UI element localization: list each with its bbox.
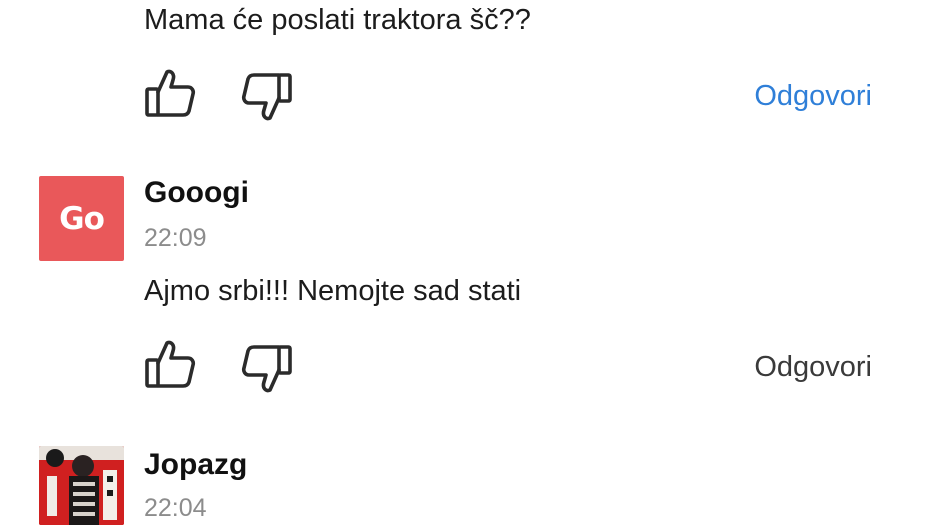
comment-timestamp: 22:04	[144, 494, 207, 522]
thumbs-up-icon[interactable]	[143, 66, 197, 120]
comment-text: Mama će poslati traktora šč??	[144, 4, 531, 36]
avatar-initials: Go	[59, 200, 105, 237]
thumbs-up-icon[interactable]	[143, 337, 197, 391]
avatar[interactable]: Go	[39, 176, 124, 261]
comment-username[interactable]: Gooogi	[144, 175, 249, 211]
thumbs-down-icon[interactable]	[240, 70, 294, 124]
comment-timestamp: 22:09	[144, 224, 207, 252]
comment-username[interactable]: Jopazg	[144, 447, 247, 483]
reply-button[interactable]: Odgovori	[754, 349, 872, 385]
user-photo-avatar[interactable]	[39, 446, 124, 525]
reply-button[interactable]: Odgovori	[754, 78, 872, 114]
comments-feed: Mama će poslati traktora šč?? Odgovori G…	[0, 0, 930, 525]
comment-text: Ajmo srbi!!! Nemojte sad stati	[144, 275, 522, 307]
thumbs-down-icon[interactable]	[240, 342, 294, 396]
avatar-photo	[39, 446, 124, 525]
